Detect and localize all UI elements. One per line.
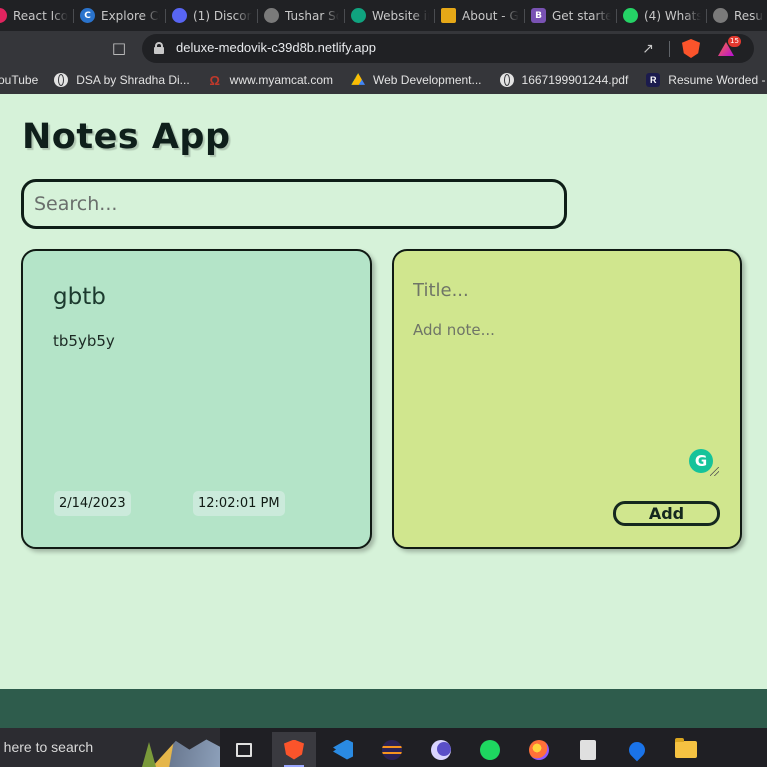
url-text[interactable]: deluxe-medovik-c39d8b.netlify.app xyxy=(176,40,376,55)
search-highlight-image[interactable] xyxy=(142,736,220,767)
note-title: gbtb xyxy=(53,284,106,310)
amcat-icon: Ω xyxy=(209,72,220,88)
vscode-icon xyxy=(333,739,353,760)
note-title-input[interactable] xyxy=(413,276,713,304)
tab-resume[interactable]: Resu xyxy=(707,0,767,31)
folder-icon xyxy=(675,738,697,758)
taskbar-spotify[interactable] xyxy=(468,732,512,767)
globe-icon xyxy=(54,73,69,87)
tab-get-started[interactable]: B Get started xyxy=(525,0,617,31)
tab-label: Website in xyxy=(372,8,429,23)
taskbar-search-text: e here to search xyxy=(0,739,94,755)
tab-label: React Icon xyxy=(13,8,68,23)
tab-tushar[interactable]: Tushar So xyxy=(258,0,345,31)
bookmark-label: 1667199901244.pdf xyxy=(521,73,629,87)
globe-icon xyxy=(264,8,279,23)
taskbar-tor[interactable] xyxy=(419,732,463,767)
search-input[interactable] xyxy=(21,179,567,229)
rewards-badge: 15 xyxy=(728,36,741,47)
tab-label: Tushar So xyxy=(285,8,339,23)
bookmark-youtube[interactable]: ouTube xyxy=(0,73,38,87)
bookmark-pdf[interactable]: 1667199901244.pdf xyxy=(499,73,629,87)
globe-icon xyxy=(713,8,728,23)
gitbook-icon xyxy=(441,8,456,23)
spotify-icon xyxy=(480,739,500,760)
whatsapp-icon xyxy=(623,8,638,23)
tab-label: Explore Co xyxy=(101,8,160,23)
bookmark-label: www.myamcat.com xyxy=(229,73,334,87)
tab-react-icons[interactable]: React Icon xyxy=(0,0,74,31)
tab-website[interactable]: Website in xyxy=(345,0,435,31)
browser-tab-strip: React Icon C Explore Co (1) Discord Tush… xyxy=(0,0,767,31)
globe-icon xyxy=(499,73,514,87)
tor-browser-icon xyxy=(431,739,451,760)
maps-icon xyxy=(625,738,649,761)
brave-shields-icon[interactable] xyxy=(682,39,700,58)
note-date: 2/14/2023 xyxy=(54,491,131,516)
resume-worded-icon: R xyxy=(646,73,661,87)
bookmark-label: Web Development... xyxy=(373,73,482,87)
page-footer xyxy=(0,689,767,728)
taskview-button[interactable] xyxy=(222,732,266,767)
note-text: tb5yb5y xyxy=(53,332,115,350)
drive-icon xyxy=(351,73,366,85)
new-note-card: G Add xyxy=(392,249,742,549)
brave-rewards-icon[interactable]: 15 xyxy=(718,36,741,56)
tab-label: Get started xyxy=(552,8,611,23)
coursera-icon: C xyxy=(80,8,95,23)
bootstrap-icon: B xyxy=(531,8,546,23)
taskbar-calculator[interactable] xyxy=(566,732,610,767)
tab-label: About - G xyxy=(462,8,519,23)
bookmark-label: ouTube xyxy=(0,73,39,87)
chatgpt-icon xyxy=(351,8,366,23)
taskbar-maps[interactable] xyxy=(615,732,659,767)
tab-discord[interactable]: (1) Discord xyxy=(166,0,258,31)
browser-toolbar: □ deluxe-medovik-c39d8b.netlify.app ↗ 15 xyxy=(0,31,767,66)
bookmark-dsa[interactable]: DSA by Shradha Di... xyxy=(54,73,190,87)
add-button[interactable]: Add xyxy=(613,501,720,526)
task-view-icon xyxy=(236,742,252,757)
tab-about[interactable]: About - G xyxy=(435,0,525,31)
lock-icon[interactable] xyxy=(154,42,164,54)
note-time: 12:02:01 PM xyxy=(193,491,285,516)
address-bar[interactable]: deluxe-medovik-c39d8b.netlify.app ↗ 15 xyxy=(142,34,754,63)
brave-icon xyxy=(284,739,304,760)
bookmark-resume-worded[interactable]: R Resume Worded - S xyxy=(646,73,767,87)
taskbar-vscode[interactable] xyxy=(321,732,365,767)
share-icon[interactable]: ↗ xyxy=(639,40,657,58)
bookmark-myamcat[interactable]: Ω www.myamcat.com xyxy=(208,72,334,88)
bookmark-icon[interactable]: □ xyxy=(110,39,128,57)
bookmark-label: DSA by Shradha Di... xyxy=(76,73,190,87)
taskbar-brave[interactable] xyxy=(272,732,316,767)
tab-whatsapp[interactable]: (4) WhatsA xyxy=(617,0,707,31)
notes-app-page: Notes App gbtb tb5yb5y 2/14/2023 12:02:0… xyxy=(0,94,767,689)
discord-icon xyxy=(172,8,187,23)
tab-label: (4) WhatsA xyxy=(644,8,701,23)
taskbar-firefox[interactable] xyxy=(517,732,561,767)
divider xyxy=(669,41,670,57)
calculator-icon xyxy=(580,739,596,760)
tab-label: (1) Discord xyxy=(193,8,252,23)
bookmarks-bar: ouTube DSA by Shradha Di... Ω www.myamca… xyxy=(0,66,767,94)
note-text-input[interactable] xyxy=(413,321,723,481)
taskbar-eclipse[interactable] xyxy=(370,732,414,767)
taskbar-file-explorer[interactable] xyxy=(664,732,708,767)
tab-label: Resu xyxy=(734,8,764,23)
note-card[interactable]: gbtb tb5yb5y 2/14/2023 12:02:01 PM xyxy=(21,249,372,549)
firefox-icon xyxy=(529,739,549,760)
eclipse-icon xyxy=(382,739,402,760)
react-icon xyxy=(0,8,7,23)
resize-handle[interactable] xyxy=(710,467,719,476)
bookmark-web-development[interactable]: Web Development... xyxy=(351,73,482,87)
page-title: Notes App xyxy=(22,117,231,157)
windows-taskbar: e here to search xyxy=(0,728,767,767)
bookmark-label: Resume Worded - S xyxy=(668,73,767,87)
tab-explore[interactable]: C Explore Co xyxy=(74,0,166,31)
